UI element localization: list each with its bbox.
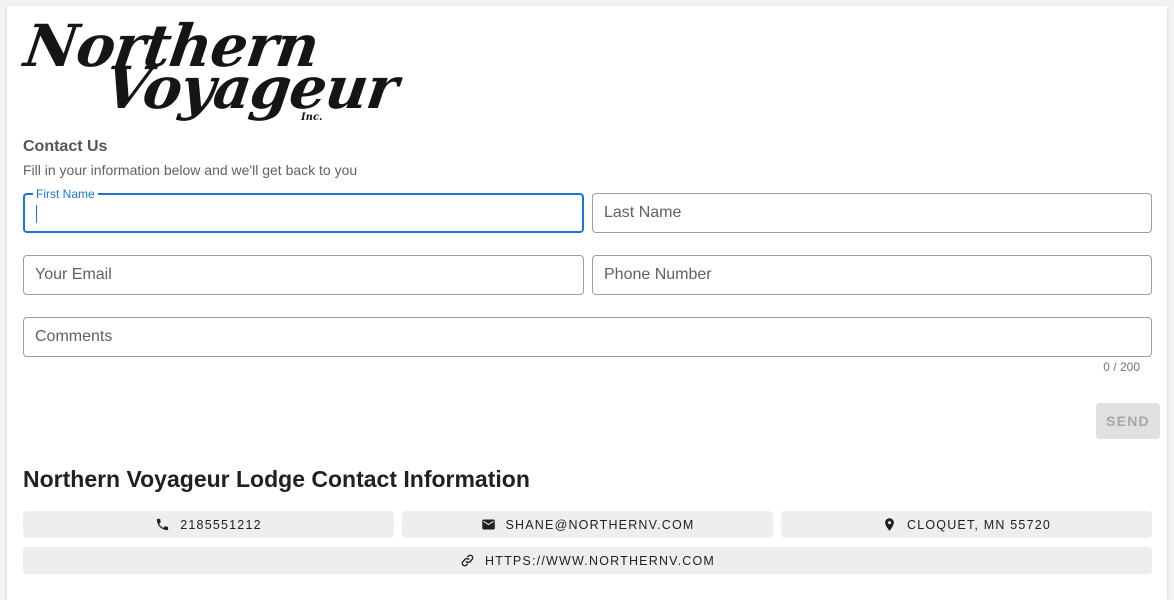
phone-chip[interactable]: 2185551212 (23, 511, 394, 538)
contact-card: Northern Voyageur Inc. Contact Us Fill i… (7, 6, 1167, 600)
email-icon (481, 519, 495, 530)
website-chip[interactable]: HTTPS://WWW.NORTHERNV.COM (23, 547, 1152, 574)
phone-number: 2185551212 (180, 517, 262, 532)
first-name-input[interactable] (35, 194, 571, 232)
email-field[interactable] (23, 255, 584, 295)
form-subtitle: Fill in your information below and we'll… (23, 162, 358, 178)
comments-input[interactable] (35, 318, 1140, 356)
character-counter: 0 / 200 (1103, 360, 1140, 374)
phone-field[interactable] (592, 255, 1152, 295)
first-name-field[interactable]: First Name (23, 187, 584, 233)
logo-suffix: Inc. (301, 112, 323, 123)
form-title: Contact Us (23, 138, 108, 155)
northern-voyageur-logo: Northern Voyageur Inc. (20, 12, 401, 129)
location-chip[interactable]: CLOQUET, MN 55720 (781, 511, 1152, 538)
phone-input[interactable] (604, 256, 1140, 294)
location-text: CLOQUET, MN 55720 (906, 517, 1052, 532)
send-button[interactable]: SEND (1096, 403, 1160, 439)
phone-icon (157, 518, 169, 531)
logo-line-2: Voyageur (100, 54, 402, 122)
email-chip[interactable]: SHANE@NORTHERNV.COM (402, 511, 773, 538)
last-name-input[interactable] (604, 194, 1140, 232)
email-input[interactable] (35, 256, 572, 294)
comments-field[interactable] (23, 317, 1152, 357)
location-pin-icon (885, 518, 894, 531)
email-address: SHANE@NORTHERNV.COM (505, 517, 695, 532)
link-icon (461, 554, 474, 567)
website-url: HTTPS://WWW.NORTHERNV.COM (485, 553, 715, 568)
last-name-field[interactable] (592, 193, 1152, 233)
contact-info-title: Northern Voyageur Lodge Contact Informat… (23, 466, 530, 492)
